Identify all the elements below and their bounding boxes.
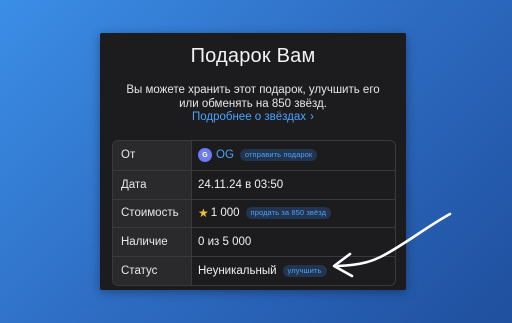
send-gift-button[interactable]: отправить подарок xyxy=(239,149,318,162)
annotation-arrow-icon xyxy=(332,212,452,278)
avatar[interactable]: G xyxy=(198,148,212,163)
star-icon: ★ xyxy=(198,206,209,221)
stars-info-link-label: Подробнее о звёздах xyxy=(191,111,307,123)
row-value-from: G OG отправить подарок xyxy=(192,141,395,170)
stars-info-link[interactable]: Подробнее о звёздах › xyxy=(100,109,406,124)
row-label-status: Статус xyxy=(113,257,192,285)
row-label-availability: Наличие xyxy=(113,228,192,257)
gift-title: Подарок Вам xyxy=(190,45,316,67)
chevron-right-icon: › xyxy=(310,109,315,123)
cost-amount: 1 000 xyxy=(210,207,240,220)
sender-name[interactable]: OG xyxy=(216,149,234,161)
gift-description: Вы можете хранить этот подарок, улучшить… xyxy=(126,84,380,110)
table-row-date: Дата 24.11.24 в 03:50 xyxy=(113,169,395,199)
status-value: Неуникальный xyxy=(198,265,277,278)
row-label-from: От xyxy=(113,141,192,170)
row-value-date: 24.11.24 в 03:50 xyxy=(198,178,284,191)
table-row-from: От G OG отправить подарок xyxy=(113,141,395,170)
row-label-cost: Стоимость xyxy=(113,199,192,228)
row-label-date: Дата xyxy=(113,170,192,199)
